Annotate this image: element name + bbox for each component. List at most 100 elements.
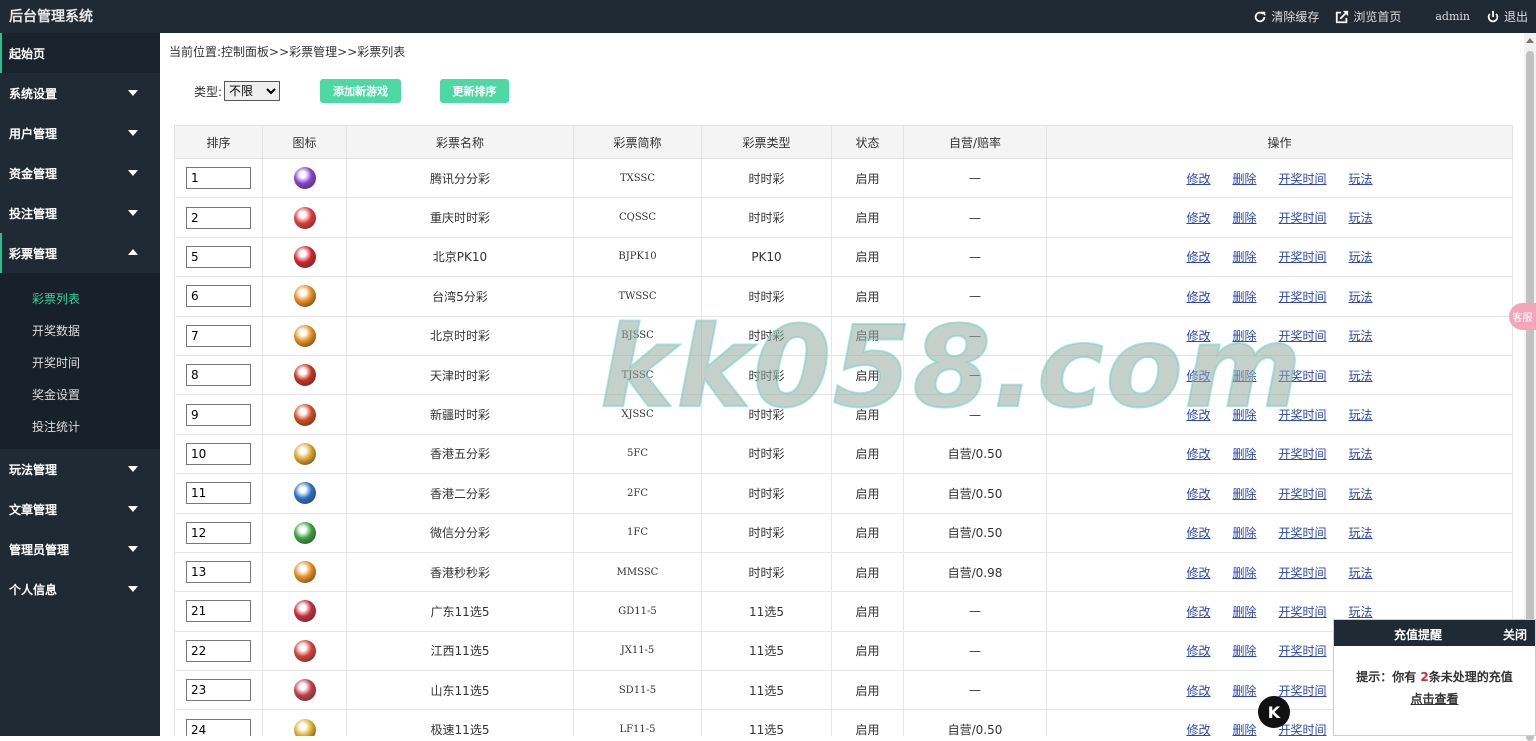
play-link[interactable]: 玩法 bbox=[1349, 327, 1373, 344]
order-input[interactable] bbox=[186, 600, 251, 623]
edit-link[interactable]: 修改 bbox=[1186, 682, 1210, 699]
sidebar-item-play-management[interactable]: 玩法管理 bbox=[0, 449, 160, 489]
sidebar-item-system-settings[interactable]: 系统设置 bbox=[0, 73, 160, 113]
draw-time-link[interactable]: 开奖时间 bbox=[1279, 721, 1327, 736]
edit-link[interactable]: 修改 bbox=[1186, 327, 1210, 344]
play-link[interactable]: 玩法 bbox=[1349, 524, 1373, 541]
submenu-item-draw-data[interactable]: 开奖数据 bbox=[0, 315, 160, 347]
browse-home-button[interactable]: 浏览首页 bbox=[1335, 8, 1401, 25]
draw-time-link[interactable]: 开奖时间 bbox=[1279, 170, 1327, 187]
draw-time-link[interactable]: 开奖时间 bbox=[1279, 248, 1327, 265]
submenu-item-draw-time[interactable]: 开奖时间 bbox=[0, 347, 160, 379]
order-input[interactable] bbox=[186, 442, 251, 465]
delete-link[interactable]: 删除 bbox=[1232, 288, 1256, 305]
edit-link[interactable]: 修改 bbox=[1186, 406, 1210, 423]
submenu-item-lottery-list[interactable]: 彩票列表 bbox=[0, 283, 160, 315]
edit-link[interactable]: 修改 bbox=[1186, 564, 1210, 581]
order-input[interactable] bbox=[186, 285, 251, 308]
delete-link[interactable]: 删除 bbox=[1232, 170, 1256, 187]
delete-link[interactable]: 删除 bbox=[1232, 327, 1256, 344]
logout-button[interactable]: 退出 bbox=[1486, 8, 1528, 25]
edit-link[interactable]: 修改 bbox=[1186, 248, 1210, 265]
delete-link[interactable]: 删除 bbox=[1232, 524, 1256, 541]
delete-link[interactable]: 删除 bbox=[1232, 445, 1256, 462]
edit-link[interactable]: 修改 bbox=[1186, 367, 1210, 384]
edit-link[interactable]: 修改 bbox=[1186, 288, 1210, 305]
draw-time-link[interactable]: 开奖时间 bbox=[1279, 406, 1327, 423]
play-link[interactable]: 玩法 bbox=[1349, 367, 1373, 384]
edit-link[interactable]: 修改 bbox=[1186, 524, 1210, 541]
sidebar-item-admin-management[interactable]: 管理员管理 bbox=[0, 529, 160, 569]
draw-time-link[interactable]: 开奖时间 bbox=[1279, 682, 1327, 699]
type-filter-select[interactable]: 不限 bbox=[224, 81, 281, 101]
floating-logo-button[interactable]: K bbox=[1258, 696, 1290, 728]
draw-time-link[interactable]: 开奖时间 bbox=[1279, 603, 1327, 620]
play-link[interactable]: 玩法 bbox=[1349, 170, 1373, 187]
delete-link[interactable]: 删除 bbox=[1232, 603, 1256, 620]
play-link[interactable]: 玩法 bbox=[1349, 603, 1373, 620]
draw-time-link[interactable]: 开奖时间 bbox=[1279, 524, 1327, 541]
delete-link[interactable]: 删除 bbox=[1232, 367, 1256, 384]
order-input[interactable] bbox=[186, 364, 251, 387]
draw-time-link[interactable]: 开奖时间 bbox=[1279, 327, 1327, 344]
draw-time-link[interactable]: 开奖时间 bbox=[1279, 367, 1327, 384]
order-input[interactable] bbox=[186, 482, 251, 505]
sidebar-item-personal-info[interactable]: 个人信息 bbox=[0, 569, 160, 609]
add-game-button[interactable]: 添加新游戏 bbox=[320, 79, 402, 103]
delete-link[interactable]: 删除 bbox=[1232, 485, 1256, 502]
delete-link[interactable]: 删除 bbox=[1232, 209, 1256, 226]
order-input[interactable] bbox=[186, 639, 251, 662]
play-link[interactable]: 玩法 bbox=[1349, 288, 1373, 305]
sidebar-item-user-management[interactable]: 用户管理 bbox=[0, 113, 160, 153]
draw-time-link[interactable]: 开奖时间 bbox=[1279, 445, 1327, 462]
order-input[interactable] bbox=[186, 521, 251, 544]
draw-time-link[interactable]: 开奖时间 bbox=[1279, 485, 1327, 502]
order-input[interactable] bbox=[186, 324, 251, 347]
play-link[interactable]: 玩法 bbox=[1349, 485, 1373, 502]
order-input[interactable] bbox=[186, 718, 251, 736]
order-input[interactable] bbox=[186, 403, 251, 426]
order-input[interactable] bbox=[186, 679, 251, 702]
edit-link[interactable]: 修改 bbox=[1186, 603, 1210, 620]
sidebar-item-article-management[interactable]: 文章管理 bbox=[0, 489, 160, 529]
edit-link[interactable]: 修改 bbox=[1186, 170, 1210, 187]
draw-time-link[interactable]: 开奖时间 bbox=[1279, 288, 1327, 305]
table-row: 新疆时时彩XJSSC时时彩启用— 修改 删除 开奖时间 玩法 bbox=[174, 394, 1513, 435]
delete-link[interactable]: 删除 bbox=[1232, 406, 1256, 423]
edit-link[interactable]: 修改 bbox=[1186, 721, 1210, 736]
edit-link[interactable]: 修改 bbox=[1186, 445, 1210, 462]
update-sort-button[interactable]: 更新排序 bbox=[440, 79, 510, 103]
delete-link[interactable]: 删除 bbox=[1232, 564, 1256, 581]
play-link[interactable]: 玩法 bbox=[1349, 406, 1373, 423]
submenu-item-bet-stats[interactable]: 投注统计 bbox=[0, 411, 160, 443]
clear-cache-button[interactable]: 清除缓存 bbox=[1253, 8, 1319, 25]
scroll-up-icon[interactable] bbox=[1526, 38, 1534, 43]
draw-time-link[interactable]: 开奖时间 bbox=[1279, 209, 1327, 226]
order-input[interactable] bbox=[186, 206, 251, 229]
lottery-logo-icon bbox=[293, 324, 316, 347]
order-input[interactable] bbox=[186, 245, 251, 268]
submenu-item-prize-settings[interactable]: 奖金设置 bbox=[0, 379, 160, 411]
play-link[interactable]: 玩法 bbox=[1349, 248, 1373, 265]
edit-link[interactable]: 修改 bbox=[1186, 642, 1210, 659]
sidebar-item-lottery-management[interactable]: 彩票管理 bbox=[0, 233, 160, 273]
popup-view-link[interactable]: 点击查看 bbox=[1334, 688, 1535, 710]
play-link[interactable]: 玩法 bbox=[1349, 564, 1373, 581]
draw-time-link[interactable]: 开奖时间 bbox=[1279, 642, 1327, 659]
delete-link[interactable]: 删除 bbox=[1232, 721, 1256, 736]
delete-link[interactable]: 删除 bbox=[1232, 682, 1256, 699]
order-input[interactable] bbox=[186, 167, 251, 190]
edit-link[interactable]: 修改 bbox=[1186, 485, 1210, 502]
popup-close-button[interactable]: 关闭 bbox=[1503, 626, 1527, 643]
play-link[interactable]: 玩法 bbox=[1349, 445, 1373, 462]
draw-time-link[interactable]: 开奖时间 bbox=[1279, 564, 1327, 581]
customer-service-badge[interactable]: 客服 bbox=[1509, 303, 1536, 330]
sidebar-item-fund-management[interactable]: 资金管理 bbox=[0, 153, 160, 193]
delete-link[interactable]: 删除 bbox=[1232, 248, 1256, 265]
sidebar-item-home[interactable]: 起始页 bbox=[0, 33, 160, 73]
edit-link[interactable]: 修改 bbox=[1186, 209, 1210, 226]
play-link[interactable]: 玩法 bbox=[1349, 209, 1373, 226]
sidebar-item-bet-management[interactable]: 投注管理 bbox=[0, 193, 160, 233]
order-input[interactable] bbox=[186, 561, 251, 584]
delete-link[interactable]: 删除 bbox=[1232, 642, 1256, 659]
